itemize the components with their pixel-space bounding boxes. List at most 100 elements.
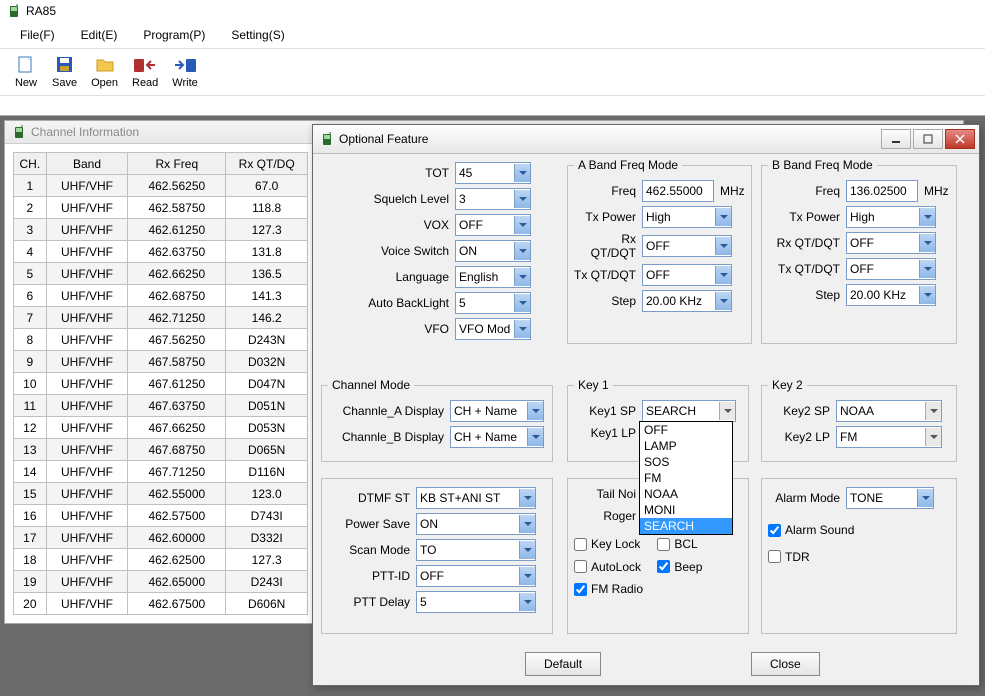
table-row[interactable]: 14UHF/VHF467.71250D116N bbox=[14, 461, 308, 483]
cell[interactable]: 467.61250 bbox=[128, 373, 226, 395]
table-row[interactable]: 18UHF/VHF462.62500127.3 bbox=[14, 549, 308, 571]
dropdown-option[interactable]: LAMP bbox=[640, 438, 732, 454]
key1-sp-dropdown-list[interactable]: OFFLAMPSOSFMNOAAMONISEARCH bbox=[639, 421, 733, 535]
new-button[interactable]: New bbox=[8, 53, 44, 91]
cell[interactable]: 462.66250 bbox=[128, 263, 226, 285]
cell[interactable]: 127.3 bbox=[226, 549, 308, 571]
cell[interactable]: UHF/VHF bbox=[46, 505, 128, 527]
power-save-combo[interactable]: ON bbox=[416, 513, 536, 535]
a-rxqt-combo[interactable]: OFF bbox=[642, 235, 732, 257]
col-rxqt[interactable]: Rx QT/DQ bbox=[226, 153, 308, 175]
cell[interactable]: 467.63750 bbox=[128, 395, 226, 417]
channel-table[interactable]: CH. Band Rx Freq Rx QT/DQ 1UHF/VHF462.56… bbox=[13, 152, 308, 615]
cell[interactable]: UHF/VHF bbox=[46, 351, 128, 373]
cell[interactable]: 127.3 bbox=[226, 219, 308, 241]
key2-lp-combo[interactable]: FM bbox=[836, 426, 942, 448]
a-freq-input[interactable] bbox=[642, 180, 714, 202]
a-txqt-combo[interactable]: OFF bbox=[642, 264, 732, 286]
cell[interactable]: 4 bbox=[14, 241, 47, 263]
cell[interactable]: 467.66250 bbox=[128, 417, 226, 439]
key2-sp-combo[interactable]: NOAA bbox=[836, 400, 942, 422]
table-row[interactable]: 2UHF/VHF462.58750118.8 bbox=[14, 197, 308, 219]
cell[interactable]: 467.56250 bbox=[128, 329, 226, 351]
cell[interactable]: 462.63750 bbox=[128, 241, 226, 263]
cell[interactable]: D743I bbox=[226, 505, 308, 527]
ptt-delay-combo[interactable]: 5 bbox=[416, 591, 536, 613]
fm-radio-checkbox[interactable]: FM Radio bbox=[574, 582, 643, 596]
cell[interactable]: 16 bbox=[14, 505, 47, 527]
cell[interactable]: 462.61250 bbox=[128, 219, 226, 241]
ptt-id-combo[interactable]: OFF bbox=[416, 565, 536, 587]
b-freq-input[interactable] bbox=[846, 180, 918, 202]
cell[interactable]: 462.56250 bbox=[128, 175, 226, 197]
cell[interactable]: 462.67500 bbox=[128, 593, 226, 615]
save-button[interactable]: Save bbox=[46, 53, 83, 91]
tdr-checkbox[interactable]: TDR bbox=[768, 550, 810, 564]
table-row[interactable]: 10UHF/VHF467.61250D047N bbox=[14, 373, 308, 395]
cell[interactable]: 10 bbox=[14, 373, 47, 395]
cell[interactable]: 9 bbox=[14, 351, 47, 373]
dropdown-option[interactable]: SEARCH bbox=[640, 518, 732, 534]
table-row[interactable]: 1UHF/VHF462.5625067.0 bbox=[14, 175, 308, 197]
table-row[interactable]: 6UHF/VHF462.68750141.3 bbox=[14, 285, 308, 307]
cell[interactable]: 1 bbox=[14, 175, 47, 197]
cell[interactable]: UHF/VHF bbox=[46, 241, 128, 263]
table-row[interactable]: 7UHF/VHF462.71250146.2 bbox=[14, 307, 308, 329]
cell[interactable]: 462.57500 bbox=[128, 505, 226, 527]
col-rxfreq[interactable]: Rx Freq bbox=[128, 153, 226, 175]
cell[interactable]: D065N bbox=[226, 439, 308, 461]
col-ch[interactable]: CH. bbox=[14, 153, 47, 175]
scan-mode-combo[interactable]: TO bbox=[416, 539, 536, 561]
cell[interactable]: D053N bbox=[226, 417, 308, 439]
maximize-button[interactable] bbox=[913, 129, 943, 149]
beep-checkbox[interactable]: Beep bbox=[657, 560, 702, 574]
b-txpower-combo[interactable]: High bbox=[846, 206, 936, 228]
table-row[interactable]: 16UHF/VHF462.57500D743I bbox=[14, 505, 308, 527]
cell[interactable]: UHF/VHF bbox=[46, 285, 128, 307]
cell[interactable]: 19 bbox=[14, 571, 47, 593]
cell[interactable]: 17 bbox=[14, 527, 47, 549]
table-row[interactable]: 12UHF/VHF467.66250D053N bbox=[14, 417, 308, 439]
cell[interactable]: 467.58750 bbox=[128, 351, 226, 373]
cell[interactable]: 462.62500 bbox=[128, 549, 226, 571]
cell[interactable]: 118.8 bbox=[226, 197, 308, 219]
menu-file[interactable]: File(F) bbox=[8, 24, 67, 46]
cell[interactable]: D116N bbox=[226, 461, 308, 483]
table-row[interactable]: 4UHF/VHF462.63750131.8 bbox=[14, 241, 308, 263]
cell[interactable]: UHF/VHF bbox=[46, 329, 128, 351]
cell[interactable]: 5 bbox=[14, 263, 47, 285]
table-row[interactable]: 11UHF/VHF467.63750D051N bbox=[14, 395, 308, 417]
table-row[interactable]: 5UHF/VHF462.66250136.5 bbox=[14, 263, 308, 285]
table-row[interactable]: 19UHF/VHF462.65000D243I bbox=[14, 571, 308, 593]
minimize-button[interactable] bbox=[881, 129, 911, 149]
cell[interactable]: 67.0 bbox=[226, 175, 308, 197]
cell[interactable]: 462.71250 bbox=[128, 307, 226, 329]
cell[interactable]: 131.8 bbox=[226, 241, 308, 263]
cell[interactable]: UHF/VHF bbox=[46, 197, 128, 219]
cell[interactable]: UHF/VHF bbox=[46, 263, 128, 285]
cell[interactable]: UHF/VHF bbox=[46, 439, 128, 461]
default-button[interactable]: Default bbox=[525, 652, 601, 676]
b-step-combo[interactable]: 20.00 KHz bbox=[846, 284, 936, 306]
squelch-combo[interactable]: 3 bbox=[455, 188, 531, 210]
chb-display-combo[interactable]: CH + Name bbox=[450, 426, 544, 448]
dtmf-st-combo[interactable]: KB ST+ANI ST bbox=[416, 487, 536, 509]
cell[interactable]: UHF/VHF bbox=[46, 417, 128, 439]
language-combo[interactable]: English bbox=[455, 266, 531, 288]
alarm-sound-checkbox[interactable]: Alarm Sound bbox=[768, 523, 854, 537]
menu-edit[interactable]: Edit(E) bbox=[69, 24, 130, 46]
cell[interactable]: 7 bbox=[14, 307, 47, 329]
cell[interactable]: 462.55000 bbox=[128, 483, 226, 505]
cell[interactable]: D332I bbox=[226, 527, 308, 549]
table-row[interactable]: 9UHF/VHF467.58750D032N bbox=[14, 351, 308, 373]
cell[interactable]: 13 bbox=[14, 439, 47, 461]
dropdown-option[interactable]: SOS bbox=[640, 454, 732, 470]
close-button[interactable]: Close bbox=[751, 652, 820, 676]
table-row[interactable]: 13UHF/VHF467.68750D065N bbox=[14, 439, 308, 461]
table-row[interactable]: 17UHF/VHF462.60000D332I bbox=[14, 527, 308, 549]
vox-combo[interactable]: OFF bbox=[455, 214, 531, 236]
cell[interactable]: UHF/VHF bbox=[46, 219, 128, 241]
key1-sp-combo[interactable]: SEARCH bbox=[642, 400, 736, 422]
menu-setting[interactable]: Setting(S) bbox=[219, 24, 296, 46]
cell[interactable]: UHF/VHF bbox=[46, 461, 128, 483]
